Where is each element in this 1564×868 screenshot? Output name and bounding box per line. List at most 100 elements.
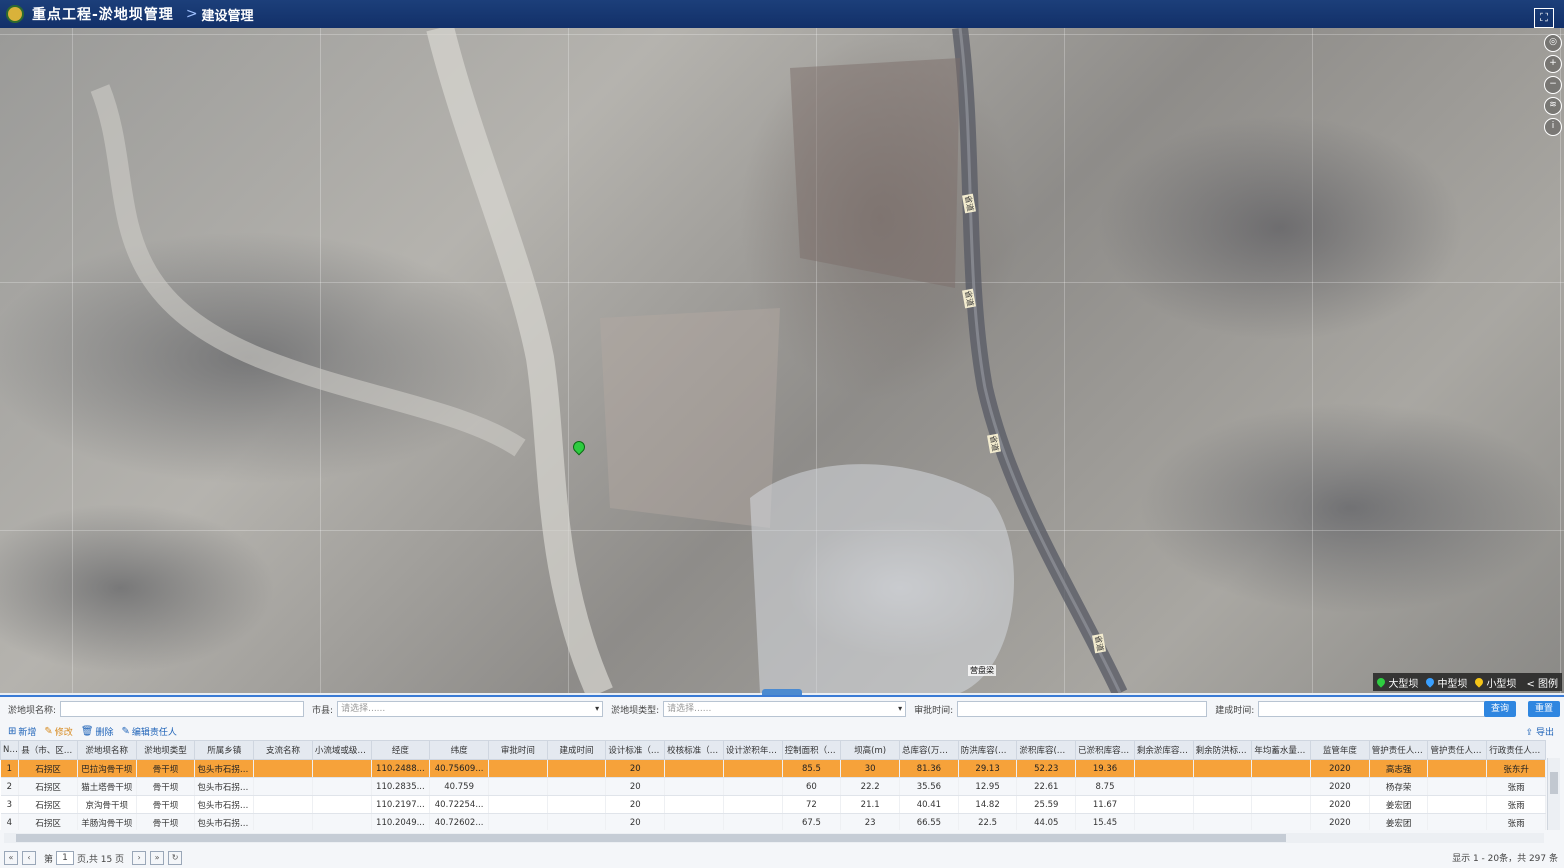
horizontal-scrollbar[interactable] [4,833,1544,843]
table-cell [1134,759,1194,778]
table-row[interactable]: 4 石拐区 羊肠沟骨干坝 骨干坝 包头市石拐区... 110.2049... 40.7260… [0,813,1546,830]
table-cell: 包头市石拐区... [194,813,255,830]
legend-item-medium[interactable]: 中型坝 [1424,675,1467,690]
column-header[interactable]: 坝高(m) [840,740,900,760]
column-header[interactable]: 小流域或级系... [311,740,372,760]
legend-item-small[interactable]: 小型坝 [1473,675,1516,690]
data-table: No. 县（市、区）... 淤地坝名称 淤地坝类型 所属乡镇 支流名称 小流域或级系... 经… [0,740,1546,830]
column-header[interactable]: 总库容(万m3) [899,740,959,760]
table-cell: 25.59 [1016,795,1077,814]
column-header[interactable]: 剩余淤库容(万... [1133,740,1194,760]
edit-button[interactable]: ✎ 修改 [44,725,72,738]
table-cell: 20 [605,795,666,814]
reset-button[interactable]: 重置 [1528,701,1560,717]
vertical-scrollbar[interactable] [1547,758,1560,830]
column-header[interactable]: 支流名称 [253,740,313,760]
column-header[interactable]: 淤积库容(万m3) [1016,740,1077,760]
fullscreen-icon[interactable]: ⛶ [1534,8,1554,28]
name-filter-label: 淤地坝名称: [8,705,57,716]
table-cell: 2020 [1310,777,1370,796]
column-header[interactable]: 审批时间 [487,740,548,760]
column-header[interactable]: 设计标准（年） [605,740,666,760]
column-header[interactable]: 控制面积（k... [781,740,842,760]
column-header[interactable]: 管护责任人电话 [1427,740,1488,760]
column-header[interactable]: 校核标准（年） [664,740,724,760]
first-page-icon[interactable]: « [4,851,18,865]
table-cell: 包头市石拐区... [194,777,255,796]
prev-page-icon[interactable]: ‹ [22,851,36,865]
column-header[interactable]: 已淤积库容(万... [1075,740,1135,760]
breadcrumb-current[interactable]: 建设管理 [202,5,254,24]
column-header[interactable]: 淤地坝名称 [76,740,137,760]
table-cell [547,813,607,830]
scrollbar-thumb[interactable] [1550,772,1558,794]
table-cell: 40.41 [899,795,959,814]
scrollbar-thumb[interactable] [16,834,1286,842]
column-header[interactable]: 管护责任人姓名 [1368,740,1429,760]
next-page-icon[interactable]: › [132,851,147,865]
table-cell: 110.2049... [371,813,431,830]
column-header[interactable]: 建成时间 [546,740,607,760]
column-header[interactable]: 经度 [370,740,431,760]
satellite-map[interactable]: 省道 省道 省道 省道 营盘梁 ◎ + − ≋ i 大型坝 中型坝 小型坝 < … [0,28,1564,693]
table-row[interactable]: 3 石拐区 京沟骨干坝 骨干坝 包头市石拐区... 110.2197... 40.72254… [0,795,1546,814]
layers-icon[interactable]: ≋ [1544,97,1562,115]
globe-icon[interactable]: ◎ [1544,34,1562,52]
approve-time-input[interactable] [957,701,1208,717]
info-icon[interactable]: i [1544,118,1562,136]
name-filter-input[interactable] [60,701,305,717]
column-header[interactable]: 防洪库容(万m3) [957,740,1018,760]
column-header[interactable]: 年均蓄水量(万... [1251,740,1312,760]
add-button[interactable]: ⊞ 新增 [8,725,36,738]
column-header[interactable]: 纬度 [429,740,489,760]
query-button[interactable]: 查询 [1484,701,1516,717]
export-button[interactable]: ⇪ 导出 [1526,725,1554,738]
refresh-icon[interactable]: ↻ [168,851,183,865]
table-cell: 30 [840,759,900,778]
export-icon: ⇪ [1525,728,1536,738]
table-cell: 巴拉沟骨干坝 [77,759,137,778]
column-header[interactable]: 淤地坝类型 [135,740,196,760]
table-cell [664,813,724,830]
map-toolbar: ◎ + − ≋ i [1544,34,1562,136]
table-cell [1427,759,1488,778]
table-cell: 姜宏团 [1369,813,1429,830]
table-cell [312,759,372,778]
column-header[interactable]: No. [0,740,20,760]
legend-item-large[interactable]: 大型坝 [1375,675,1418,690]
column-header[interactable]: 行政责任人姓名 [1486,740,1546,760]
pager-summary: 显示 1 - 20条，共 297 条 [1452,854,1558,864]
logo-icon [6,5,24,23]
legend-toggle[interactable]: < 图例 [1526,675,1558,690]
table-cell: 张东升 [1486,759,1546,778]
table-row[interactable]: 2 石拐区 猫土塔骨干坝 骨干坝 包头市石拐区... 110.2835... 40.759 2… [0,777,1546,796]
column-header[interactable]: 剩余防洪标准... [1192,740,1253,760]
zoom-out-icon[interactable]: − [1544,76,1562,94]
table-cell [1134,777,1194,796]
last-page-icon[interactable]: » [150,851,165,865]
map-pin-icon [1473,676,1486,688]
build-time-input[interactable] [1258,701,1507,717]
edit-owner-button[interactable]: ✎ 编辑责任人 [122,725,177,738]
column-header[interactable]: 县（市、区）... [18,740,78,760]
zoom-in-icon[interactable]: + [1544,55,1562,73]
edit-icon: ✎ [44,725,53,737]
column-header[interactable]: 所属乡镇 [194,740,255,760]
table-row[interactable]: 1 石拐区 巴拉沟骨干坝 骨干坝 包头市石拐区... 110.2488... 40.7560… [0,759,1546,778]
delete-button[interactable]: 🗑 删除 [81,725,114,738]
table-cell: 60 [782,777,842,796]
table-cell: 石拐区 [18,759,78,778]
city-filter-select[interactable]: 请选择...... ▾ [337,701,604,717]
table-cell: 110.2835... [371,777,431,796]
table-cell: 35.56 [899,777,959,796]
table-cell [1193,795,1253,814]
column-header[interactable]: 设计淤积年限... [722,740,783,760]
page-number-input[interactable]: 1 [56,851,75,865]
page-suffix: 页,共 15 页 [77,854,125,865]
table-cell: 110.2197... [371,795,431,814]
column-header[interactable]: 监管年度 [1310,740,1370,760]
type-filter-select[interactable]: 请选择...... ▾ [663,701,907,717]
table-cell: 22.2 [840,777,900,796]
table-cell: 张雨 [1486,777,1546,796]
table-cell [253,777,313,796]
